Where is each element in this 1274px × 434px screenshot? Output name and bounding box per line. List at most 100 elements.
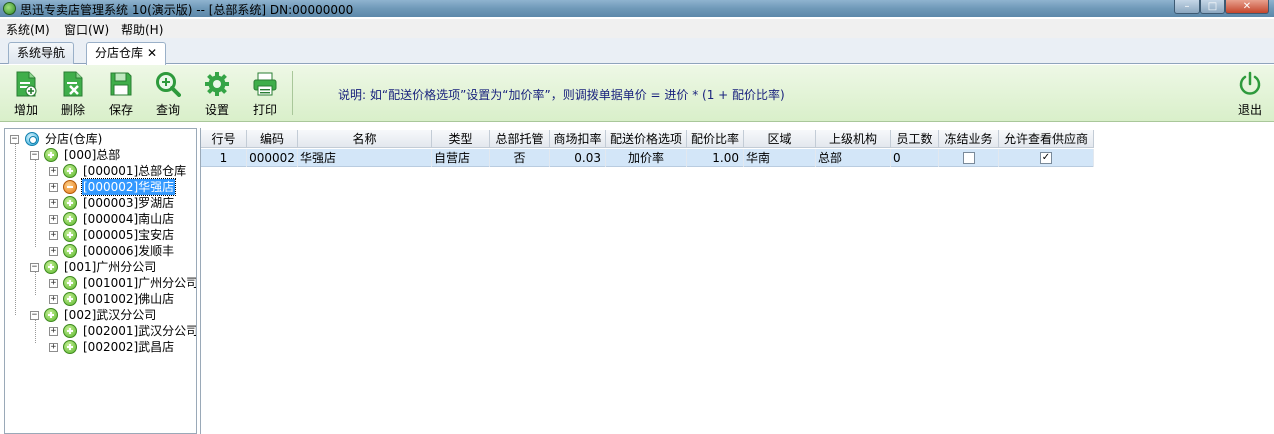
expand-icon[interactable]: + bbox=[49, 295, 58, 304]
tree-item-000006[interactable]: + [000006]发顺丰 bbox=[5, 243, 195, 259]
query-label: 查询 bbox=[155, 103, 180, 117]
column-header-staff[interactable]: 员工数 bbox=[891, 130, 939, 148]
toolbar-separator bbox=[292, 71, 293, 115]
gear-icon bbox=[205, 72, 229, 96]
store-icon bbox=[63, 164, 77, 178]
grid-header: 行号 编码 名称 类型 总部托管 商场扣率 配送价格选项 配价比率 区域 上级机… bbox=[201, 130, 1094, 148]
collapse-icon[interactable]: − bbox=[30, 311, 39, 320]
printer-icon bbox=[253, 72, 277, 96]
menu-help[interactable]: 帮助(H) bbox=[121, 21, 163, 38]
tree-node-label: [002002]武昌店 bbox=[83, 340, 175, 354]
expand-icon[interactable]: + bbox=[49, 199, 58, 208]
collapse-icon[interactable]: − bbox=[10, 135, 19, 144]
tab-branch-warehouse[interactable]: 分店仓库 ✕ bbox=[86, 42, 167, 65]
close-window-button[interactable]: ✕ bbox=[1225, 0, 1269, 14]
column-header-type[interactable]: 类型 bbox=[432, 130, 490, 148]
store-icon bbox=[63, 196, 77, 210]
expand-icon[interactable]: + bbox=[49, 167, 58, 176]
menu-window[interactable]: 窗口(W) bbox=[64, 21, 109, 38]
frozen-checkbox[interactable] bbox=[963, 152, 975, 164]
delete-button[interactable]: 删除 bbox=[51, 69, 95, 119]
tree-item-000004[interactable]: + [000004]南山店 bbox=[5, 211, 195, 227]
column-header-hq-managed[interactable]: 总部托管 bbox=[490, 130, 550, 148]
cell-type: 自营店 bbox=[432, 149, 490, 167]
tree-node-label: [000004]南山店 bbox=[83, 212, 175, 226]
add-button[interactable]: 增加 bbox=[4, 69, 48, 119]
branch-grid: 行号 编码 名称 类型 总部托管 商场扣率 配送价格选项 配价比率 区域 上级机… bbox=[200, 128, 1274, 434]
tree-item-002002[interactable]: + [002002]武昌店 bbox=[5, 339, 195, 355]
expand-icon[interactable]: + bbox=[49, 215, 58, 224]
expand-icon[interactable]: + bbox=[49, 279, 58, 288]
tab-system-nav[interactable]: 系统导航 bbox=[8, 42, 75, 64]
store-icon bbox=[63, 212, 77, 226]
cell-price-ratio: 1.00 bbox=[687, 149, 744, 167]
tree-node-label: [000]总部 bbox=[64, 148, 121, 162]
warehouse-root-icon bbox=[25, 132, 39, 146]
tree-item-000003[interactable]: + [000003]罗湖店 bbox=[5, 195, 195, 211]
tree-group-002[interactable]: − [002]武汉分公司 bbox=[5, 307, 195, 323]
print-button[interactable]: 打印 bbox=[243, 69, 287, 119]
tree-node-label: [001001]广州分公司仓 bbox=[83, 276, 197, 290]
title-bar: 思迅专卖店管理系统 10(演示版) -- [总部系统] DN:00000000 … bbox=[0, 0, 1274, 17]
tree-item-000005[interactable]: + [000005]宝安店 bbox=[5, 227, 195, 243]
save-button[interactable]: 保存 bbox=[99, 69, 143, 119]
cell-region: 华南 bbox=[744, 149, 816, 167]
window-title: 思迅专卖店管理系统 10(演示版) -- [总部系统] DN:00000000 bbox=[20, 3, 354, 17]
maximize-button[interactable]: □ bbox=[1200, 0, 1225, 14]
column-header-view-supplier[interactable]: 允许查看供应商 bbox=[999, 130, 1094, 148]
tree-node-label: [001002]佛山店 bbox=[83, 292, 175, 306]
column-header-row-no[interactable]: 行号 bbox=[201, 130, 247, 148]
query-button[interactable]: 查询 bbox=[146, 69, 190, 119]
menu-system[interactable]: 系统(M) bbox=[6, 21, 50, 38]
tree-group-000[interactable]: − [000]总部 bbox=[5, 147, 195, 163]
tree-group-001[interactable]: − [001]广州分公司 bbox=[5, 259, 195, 275]
column-header-parent[interactable]: 上级机构 bbox=[816, 130, 891, 148]
tree-item-000002[interactable]: + [000002]华强店 bbox=[5, 178, 195, 196]
save-label: 保存 bbox=[108, 103, 133, 117]
magnifier-icon bbox=[156, 72, 181, 97]
expand-icon[interactable]: + bbox=[49, 183, 58, 192]
column-header-frozen[interactable]: 冻结业务 bbox=[939, 130, 999, 148]
table-row[interactable]: 1 000002 华强店 自营店 否 0.03 加价率 1.00 华南 总部 0… bbox=[201, 149, 1094, 167]
settings-button[interactable]: 设置 bbox=[195, 69, 239, 119]
minimize-button[interactable]: – bbox=[1174, 0, 1200, 14]
tree-item-000001[interactable]: + [000001]总部仓库 bbox=[5, 163, 195, 179]
exit-button[interactable]: 退出 bbox=[1228, 69, 1272, 119]
cell-code: 000002 bbox=[247, 149, 298, 167]
cell-name: 华强店 bbox=[298, 149, 432, 167]
expand-icon[interactable]: + bbox=[49, 247, 58, 256]
tree-item-002001[interactable]: + [002001]武汉分公司仓 bbox=[5, 323, 196, 339]
tree-node-label-selected: [000002]华强店 bbox=[80, 178, 177, 196]
tab-label: 分店仓库 bbox=[95, 46, 144, 60]
view-supplier-checkbox[interactable]: ✓ bbox=[1040, 152, 1052, 164]
expand-icon[interactable]: + bbox=[49, 343, 58, 352]
branch-icon bbox=[44, 308, 58, 322]
tab-close-icon[interactable]: ✕ bbox=[147, 46, 157, 60]
power-icon bbox=[1239, 71, 1261, 95]
price-option-note: 说明: 如“配送价格选项”设置为“加价率”，则调拨单据单价 = 进价 * (1 … bbox=[338, 88, 785, 102]
tree-item-001001[interactable]: + [001001]广州分公司仓 bbox=[5, 275, 197, 291]
print-label: 打印 bbox=[252, 103, 277, 117]
branch-icon bbox=[44, 260, 58, 274]
tree-node-label: [001]广州分公司 bbox=[64, 260, 157, 274]
tree-item-001002[interactable]: + [001002]佛山店 bbox=[5, 291, 195, 307]
column-header-code[interactable]: 编码 bbox=[247, 130, 298, 148]
collapse-icon[interactable]: − bbox=[30, 263, 39, 272]
cell-parent: 总部 bbox=[816, 149, 891, 167]
store-icon bbox=[63, 340, 77, 354]
exit-label: 退出 bbox=[1237, 103, 1262, 117]
tree-node-label: [000003]罗湖店 bbox=[83, 196, 175, 210]
menu-bar: 系统(M) 窗口(W) 帮助(H) bbox=[0, 19, 1274, 38]
column-header-name[interactable]: 名称 bbox=[298, 130, 432, 148]
column-header-price-option[interactable]: 配送价格选项 bbox=[606, 130, 687, 148]
tree-root[interactable]: − 分店(仓库) bbox=[5, 131, 195, 147]
column-header-price-ratio[interactable]: 配价比率 bbox=[687, 130, 744, 148]
expand-icon[interactable]: + bbox=[49, 231, 58, 240]
column-header-mall-rate[interactable]: 商场扣率 bbox=[550, 130, 606, 148]
store-icon bbox=[63, 244, 77, 258]
tab-label: 系统导航 bbox=[17, 46, 66, 60]
store-selected-icon bbox=[63, 180, 77, 194]
column-header-region[interactable]: 区域 bbox=[744, 130, 816, 148]
expand-icon[interactable]: + bbox=[49, 327, 58, 336]
collapse-icon[interactable]: − bbox=[30, 151, 39, 160]
